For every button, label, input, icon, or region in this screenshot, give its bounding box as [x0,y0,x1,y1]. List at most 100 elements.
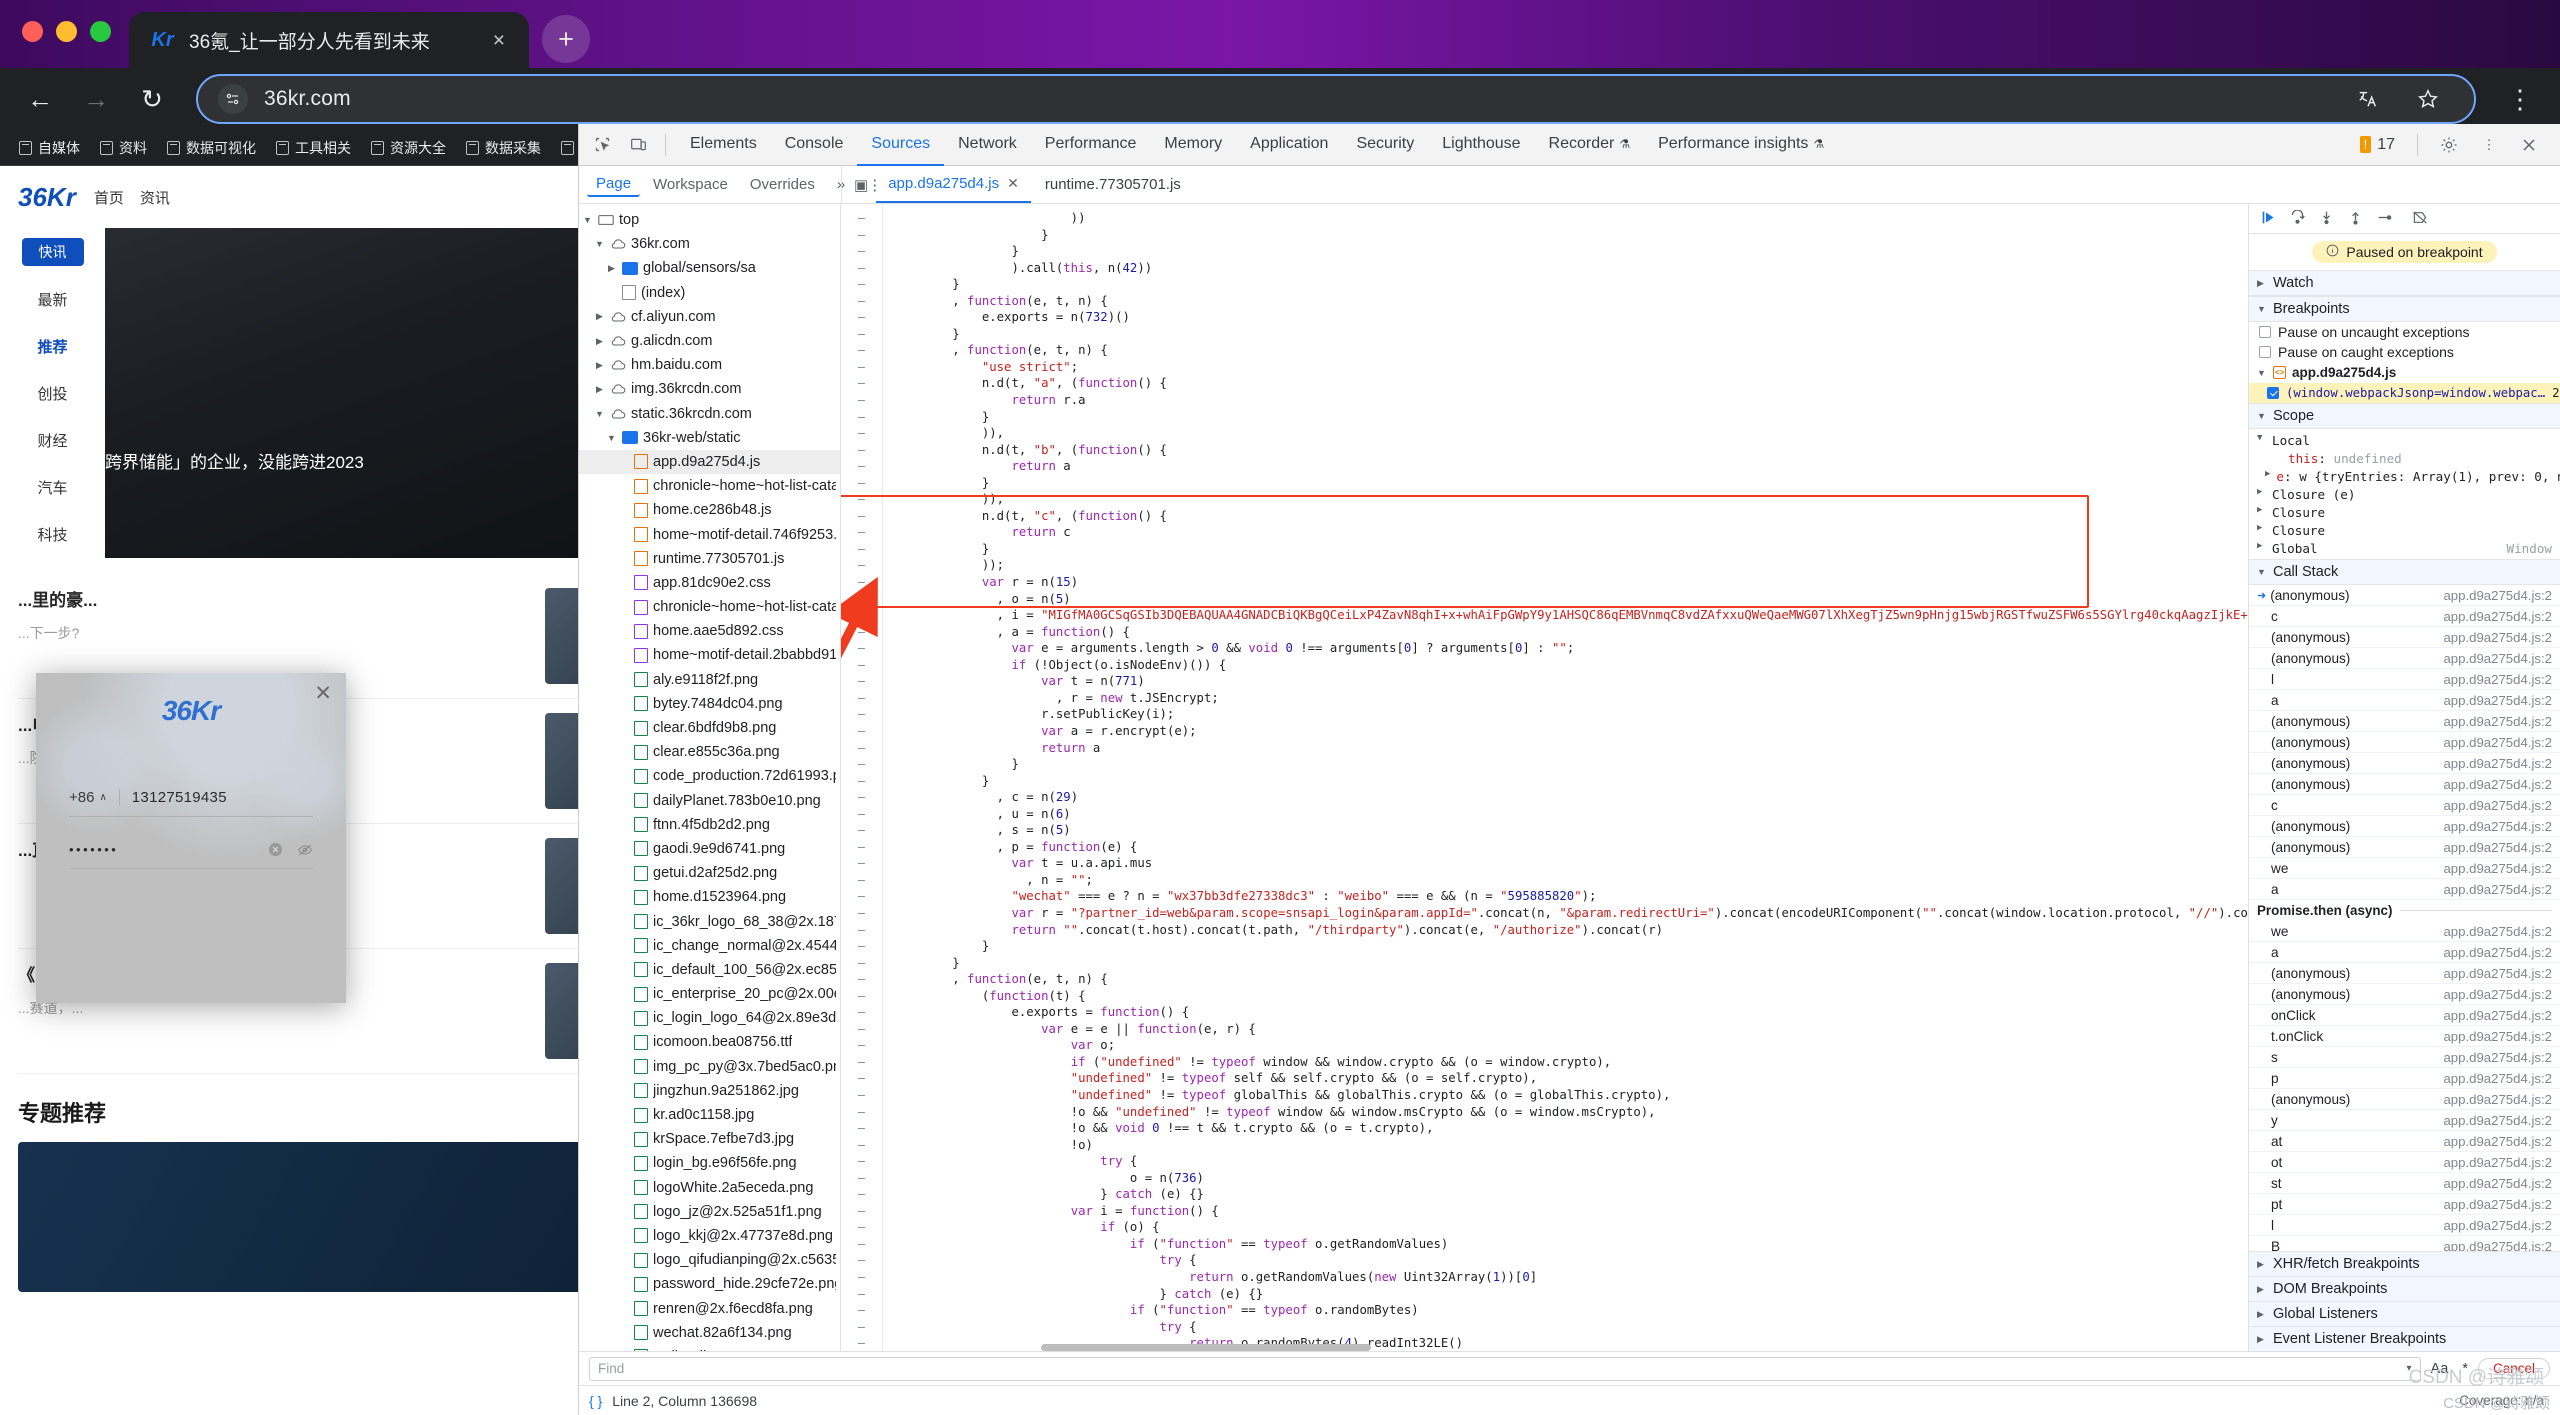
pretty-print-icon[interactable]: { } [589,1393,602,1409]
code-line[interactable]: n.d(t, "b", (function() { [893,442,2248,459]
debugger-section-dom-breakpoints[interactable]: ▶ DOM Breakpoints [2249,1276,2560,1301]
tree-item[interactable]: ic_default_100_56@2x.ec858a2a. [579,958,840,982]
tree-item[interactable]: kr.ad0c1158.jpg [579,1103,840,1127]
debugger-section-event-listener-breakpoints[interactable]: ▶ Event Listener Breakpoints [2249,1326,2560,1351]
tab-memory[interactable]: Memory [1150,124,1236,166]
code-line[interactable]: var o; [893,1037,2248,1054]
debugger-section-global-listeners[interactable]: ▶ Global Listeners [2249,1301,2560,1326]
code-line[interactable]: var r = "?partner_id=web&param.scope=sns… [893,905,2248,922]
tree-item[interactable]: bytey.7484dc04.png [579,692,840,716]
code-line[interactable]: n.d(t, "c", (function() { [893,508,2248,525]
code-line[interactable]: } [893,276,2248,293]
code-line[interactable]: "use strict"; [893,359,2248,376]
callstack-row[interactable]: at app.d9a275d4.js:2 [2249,1131,2560,1152]
code-line[interactable]: !o && void 0 !== t && t.crypto && (o = t… [893,1120,2248,1137]
callstack-row[interactable]: (anonymous) app.d9a275d4.js:2 [2249,627,2560,648]
code-line[interactable]: try { [893,1153,2248,1170]
password-input[interactable]: ••••••• [69,842,255,857]
tree-item[interactable]: ▶ img.36krcdn.com [579,377,840,401]
forward-button[interactable]: → [70,73,122,125]
watch-section-header[interactable]: ▶ Watch [2249,270,2560,296]
tree-item[interactable]: ic_login_logo_64@2x.89e3d492.p [579,1006,840,1030]
close-icon[interactable] [2512,128,2546,162]
modal-close-icon[interactable]: ✕ [314,681,332,706]
tree-item[interactable]: logoWhite.2a5eceda.png [579,1176,840,1200]
code-line[interactable]: ).call(this, n(42)) [893,260,2248,277]
bookmark-item[interactable]: 数据可视化 [158,134,265,162]
tab-lighthouse[interactable]: Lighthouse [1428,124,1534,166]
code-line[interactable]: return o.getRandomValues(new Uint32Array… [893,1269,2248,1286]
tree-item[interactable]: ▼ top [579,208,840,232]
tree-item[interactable]: wechat.82a6f134.png [579,1321,840,1345]
source-code-text[interactable]: )) } } ).call(this, n(42)) } , function(… [883,204,2248,1351]
pause-uncaught-row[interactable]: Pause on uncaught exceptions [2249,322,2560,342]
tab-performance[interactable]: Performance [1031,124,1151,166]
tab-security[interactable]: Security [1342,124,1428,166]
tree-item[interactable]: password_hide.29cfe72e.png [579,1272,840,1296]
callstack-row[interactable]: (anonymous) app.d9a275d4.js:2 [2249,963,2560,984]
tree-item[interactable]: app.81dc90e2.css [579,571,840,595]
code-line[interactable]: "undefined" != typeof globalThis && glob… [893,1087,2248,1104]
site-nav-item[interactable]: 资讯 [140,187,170,208]
scope-row[interactable]: ▶ Closure [2249,521,2560,539]
code-line[interactable]: , o = n(5) [893,591,2248,608]
callstack-section-header[interactable]: ▼ Call Stack [2249,559,2560,585]
maximize-window-button[interactable] [90,21,111,42]
code-line[interactable]: } [893,409,2248,426]
callstack-row[interactable]: (anonymous) app.d9a275d4.js:2 [2249,1089,2560,1110]
tree-item[interactable]: logo_jz@2x.525a51f1.png [579,1200,840,1224]
callstack-row[interactable]: st app.d9a275d4.js:2 [2249,1173,2560,1194]
sources-nav-workspace[interactable]: Workspace [644,173,737,196]
tab-sources[interactable]: Sources [857,124,945,166]
scope-row[interactable]: this: undefined [2249,449,2560,467]
callstack-row[interactable]: Bapp.d9a275d4.js:2 [2249,1236,2560,1252]
callstack-row[interactable]: ot app.d9a275d4.js:2 [2249,1152,2560,1173]
callstack-row[interactable]: s app.d9a275d4.js:2 [2249,1047,2560,1068]
code-line[interactable]: var e = e || function(e, r) { [893,1021,2248,1038]
sidebar-item-3[interactable]: 财经 [0,417,105,464]
code-line[interactable]: var e = arguments.length > 0 && void 0 !… [893,640,2248,657]
code-line[interactable]: , s = n(5) [893,822,2248,839]
tree-item[interactable]: jingzhun.9a251862.jpg [579,1079,840,1103]
file-navigator-tree[interactable]: ▼ top ▼ 36kr.com ▶ global/sensors/sa (index) ▶ c… [579,204,841,1351]
code-line[interactable]: } [893,938,2248,955]
callstack-row[interactable]: (anonymous) app.d9a275d4.js:2 [2249,774,2560,795]
code-line[interactable]: if ("function" == typeof o.randomBytes) [893,1302,2248,1319]
tree-item[interactable]: home.d1523964.png [579,885,840,909]
deactivate-breakpoints-icon[interactable] [2412,210,2428,228]
callstack-row[interactable]: we app.d9a275d4.js:2 [2249,858,2560,879]
tree-item[interactable]: app.d9a275d4.js [579,449,840,475]
site-logo[interactable]: 36Kr [18,182,76,213]
sidebar-item-0[interactable]: 最新 [0,276,105,323]
tree-item[interactable]: ic_enterprise_20_pc@2x.00e9b0e [579,982,840,1006]
bookmark-item[interactable]: 数据采集 [457,134,550,162]
code-line[interactable]: )); [893,557,2248,574]
tree-item[interactable]: krSpace.7efbe7d3.jpg [579,1127,840,1151]
callstack-row[interactable]: a app.d9a275d4.js:2 [2249,879,2560,900]
phone-field-row[interactable]: +86 ∧ 13127519435 [69,779,313,817]
tree-item[interactable]: home.aae5d892.css [579,619,840,643]
eye-off-icon[interactable] [296,841,313,858]
callstack-row[interactable]: (anonymous) app.d9a275d4.js:2 [2249,837,2560,858]
error-count[interactable]: 17 [2377,136,2395,154]
callstack-row[interactable]: pt app.d9a275d4.js:2 [2249,1194,2560,1215]
tab-elements[interactable]: Elements [676,124,771,166]
tree-item[interactable]: gaodi.9e9d6741.png [579,837,840,861]
code-line[interactable]: , c = n(29) [893,789,2248,806]
tree-item[interactable]: chronicle~home~hot-list-catalog~l [579,474,840,498]
code-line[interactable]: if ("function" == typeof o.getRandomValu… [893,1236,2248,1253]
callstack-row[interactable]: c app.d9a275d4.js:2 [2249,606,2560,627]
tree-item[interactable]: aly.e9118f2f.png [579,668,840,692]
callstack-row[interactable]: a app.d9a275d4.js:2 [2249,942,2560,963]
sidebar-item-4[interactable]: 汽车 [0,464,105,511]
code-line[interactable]: } [893,541,2248,558]
code-line[interactable]: (function(t) { [893,988,2248,1005]
code-line[interactable]: "wechat" === e ? n = "wx37bb3dfe27338dc3… [893,888,2248,905]
bookmark-item[interactable]: 资源大全 [362,134,455,162]
code-line[interactable]: } [893,773,2248,790]
tree-item[interactable]: logo_qifudianping@2x.c5635d6a.p [579,1248,840,1272]
callstack-list[interactable]: ➜ (anonymous) app.d9a275d4.js:2 c app.d9a275… [2249,585,2560,1251]
callstack-row[interactable]: l app.d9a275d4.js:2 [2249,669,2560,690]
tree-item[interactable]: ▶ hm.baidu.com [579,353,840,377]
code-line[interactable]: , p = function(e) { [893,839,2248,856]
